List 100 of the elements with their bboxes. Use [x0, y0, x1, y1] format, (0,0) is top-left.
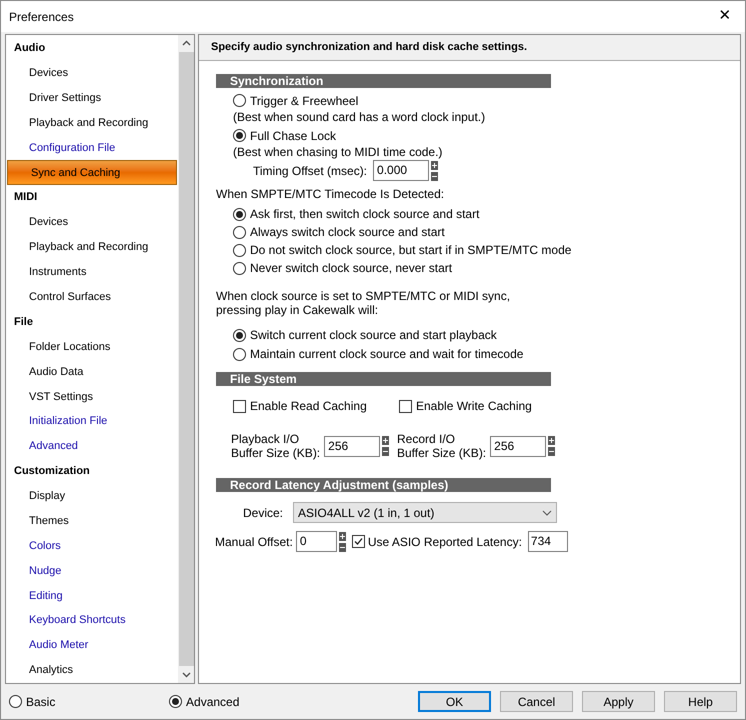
section-header: Record Latency Adjustment (samples) [216, 478, 551, 492]
radio-button[interactable] [233, 129, 246, 142]
item-label: Driver Settings [29, 92, 102, 104]
checkbox[interactable] [233, 400, 246, 412]
radio-label: Basic [26, 694, 56, 710]
checkbox[interactable] [399, 400, 412, 412]
section-header: File System [216, 372, 551, 386]
radio-button[interactable] [9, 695, 22, 708]
field-label: Timing Offset (msec): [253, 162, 368, 180]
scroll-up-icon[interactable] [182, 40, 190, 46]
window-title: Preferences [8, 8, 74, 26]
checkbox[interactable] [352, 535, 365, 548]
sidebar-item[interactable]: Audio Meter [6, 633, 178, 658]
field-label: Playback I/O [231, 432, 300, 446]
item-label: Nudge [29, 564, 62, 577]
radio-button[interactable] [233, 328, 246, 342]
radio-label: Never switch clock source, never start [250, 260, 452, 277]
radio-button[interactable] [169, 695, 182, 708]
sidebar-item[interactable]: Advanced [6, 434, 178, 460]
item-label: Themes [29, 515, 69, 528]
dialog-button[interactable]: Cancel [500, 691, 573, 712]
radio-label: Maintain current clock source and wait for timecode [250, 346, 524, 363]
spin-button[interactable] [382, 436, 390, 456]
field-label: Record I/O [397, 432, 456, 446]
sidebar-item[interactable]: Themes [6, 509, 178, 534]
sidebar-item[interactable]: Devices [6, 210, 178, 236]
radio-label: Full Chase Lock [250, 128, 336, 144]
sidebar-item[interactable]: Colors [6, 534, 178, 559]
sidebar-item[interactable]: Editing [6, 584, 178, 608]
item-label: Sync and Caching [31, 167, 120, 180]
scroll-down-icon[interactable] [182, 672, 190, 678]
sidebar-item[interactable]: Configuration File [6, 136, 178, 160]
sidebar-item[interactable]: Audio Data [6, 360, 178, 385]
hint-text: (Best when chasing to MIDI time code.) [233, 144, 444, 158]
item-label: Folder Locations [29, 340, 110, 353]
chevron-down-icon [542, 510, 552, 516]
number-field[interactable]: 256 [324, 436, 380, 456]
checkbox-label: Enable Read Caching [250, 398, 367, 415]
item-label: Control Surfaces [29, 291, 111, 304]
sidebar-item[interactable]: Playback and Recording [6, 235, 178, 260]
device-dropdown[interactable]: ASIO4ALL v2 (1 in, 1 out) [293, 502, 558, 523]
item-label: Initialization File [29, 415, 108, 428]
spin-button[interactable] [431, 160, 438, 180]
category-heading: Customization [13, 464, 91, 480]
radio-label: Trigger & Freewheel [250, 92, 358, 110]
category-heading: MIDI [13, 190, 38, 206]
item-label: Display [29, 490, 66, 502]
number-field[interactable]: 0.000 [373, 160, 430, 181]
sidebar-item[interactable]: Folder Locations [6, 334, 178, 360]
radio-button[interactable] [233, 262, 246, 274]
number-field[interactable]: 734 [528, 531, 568, 552]
sidebar-item[interactable]: Instruments [6, 260, 178, 286]
sidebar-item[interactable]: Playback and Recording [6, 110, 178, 136]
close-button[interactable]: ✕ [705, 1, 745, 32]
sidebar-item[interactable]: Display [6, 484, 178, 510]
item-label: Configuration File [29, 142, 116, 154]
item-label: Devices [29, 67, 68, 79]
item-label: Advanced [29, 440, 78, 452]
spin-button[interactable] [338, 532, 346, 552]
sidebar-item[interactable]: VST Settings [6, 384, 178, 410]
sidebar-item[interactable]: Control Surfaces [6, 285, 178, 310]
radio-label: Switch current clock source and start playback [250, 327, 497, 344]
sidebar-item[interactable]: Keyboard Shortcuts [6, 608, 178, 634]
item-label: Devices [29, 216, 68, 228]
dialog-button[interactable]: Apply [582, 691, 655, 712]
radio-button[interactable] [233, 94, 246, 107]
checkbox-label: Use ASIO Reported Latency: [368, 534, 522, 550]
panel-header: Specify audio synchronization and hard disk cache settings. [199, 35, 740, 61]
sidebar-item[interactable]: Devices [6, 61, 178, 86]
sidebar-item[interactable]: Nudge [6, 558, 178, 584]
hint-text: (Best when sound card has a word clock input.) [233, 109, 486, 123]
field-label: Manual Offset: [215, 534, 293, 550]
radio-label: Advanced [186, 694, 240, 710]
number-field[interactable]: 0 [296, 531, 337, 552]
item-label: VST Settings [29, 390, 93, 403]
group-label: When SMPTE/MTC Timecode Is Detected: [216, 186, 446, 203]
radio-label: Do not switch clock source, but start if in SMPTE/MTC mode [250, 242, 572, 259]
group-label: When clock source is set to SMPTE/MTC or MIDI sync, [216, 289, 512, 303]
checkbox-label: Enable Write Caching [416, 398, 532, 415]
item-label: Instruments [29, 266, 86, 278]
field-label: Buffer Size (KB): [397, 446, 486, 460]
radio-button[interactable] [233, 208, 246, 220]
sidebar-item[interactable]: Driver Settings [6, 86, 178, 111]
sidebar-item[interactable]: Analytics [6, 658, 178, 684]
sidebar-item[interactable]: Sync and Caching [7, 160, 177, 186]
radio-button[interactable] [233, 226, 246, 238]
radio-label: Always switch clock source and start [250, 224, 445, 241]
dialog-button[interactable]: OK [418, 691, 491, 712]
item-label: Colors [29, 540, 61, 552]
item-label: Keyboard Shortcuts [29, 614, 126, 626]
radio-button[interactable] [233, 348, 246, 360]
spin-button[interactable] [548, 436, 556, 456]
item-label: Analytics [29, 664, 74, 676]
item-label: Playback and Recording [29, 241, 148, 254]
dialog-button[interactable]: Help [664, 691, 737, 712]
item-label: Audio Data [29, 366, 84, 378]
item-label: Playback and Recording [29, 116, 148, 129]
sidebar-item[interactable]: Initialization File [6, 409, 178, 434]
radio-button[interactable] [233, 244, 246, 256]
number-field[interactable]: 256 [490, 436, 546, 456]
